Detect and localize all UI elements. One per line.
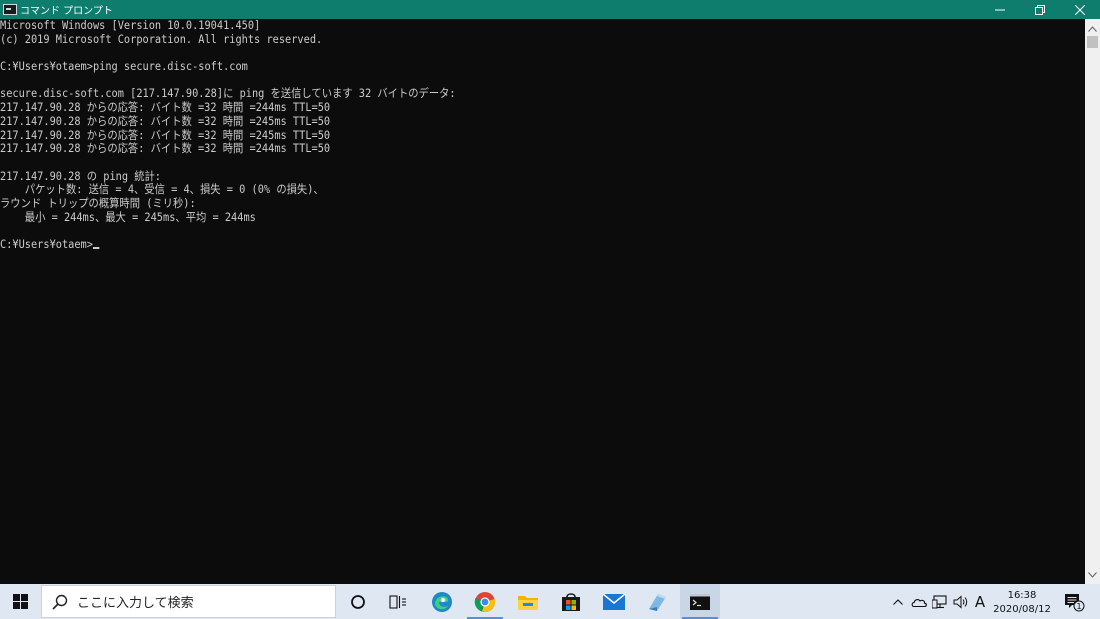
restore-button[interactable]	[1020, 0, 1060, 19]
close-icon	[1075, 4, 1085, 15]
network-button[interactable]	[930, 584, 950, 619]
edge-icon	[432, 591, 452, 612]
microsoft-store-button[interactable]	[551, 584, 591, 619]
ime-mode-label: A	[974, 592, 986, 611]
onedrive-button[interactable]	[909, 584, 929, 619]
console-line: ラウンド トリップの概算時間 (ミリ秒):	[0, 196, 196, 210]
minimize-button[interactable]	[980, 0, 1020, 19]
close-button[interactable]	[1060, 0, 1100, 19]
restore-icon	[1035, 4, 1045, 15]
prompt-line[interactable]: C:¥Users¥otaem>	[0, 238, 998, 252]
app-button[interactable]	[637, 584, 677, 619]
console-line: パケット数: 送信 = 4、受信 = 4、損失 = 0 (0% の損失)、	[0, 183, 324, 197]
file-explorer-icon	[518, 595, 538, 610]
console-line: 最小 = 244ms、最大 = 245ms、平均 = 244ms	[0, 210, 256, 224]
task-view-button[interactable]	[378, 584, 418, 619]
command-prompt-taskbar-button[interactable]	[680, 584, 720, 619]
console-output[interactable]: Microsoft Windows [Version 10.0.19041.45…	[0, 19, 1085, 584]
notification-count: 1	[1076, 602, 1081, 611]
action-center-button[interactable]: 1	[1058, 584, 1090, 619]
mail-button[interactable]	[594, 584, 634, 619]
show-hidden-icons-button[interactable]	[889, 584, 907, 619]
cortana-icon	[351, 594, 365, 609]
taskbar-clock[interactable]: 16:38 2020/08/12	[992, 586, 1052, 619]
console-line: 217.147.90.28 からの応答: バイト数 =32 時間 =244ms …	[0, 142, 331, 156]
volume-icon	[953, 594, 968, 609]
vertical-scrollbar[interactable]	[1085, 19, 1100, 584]
edge-button[interactable]	[422, 584, 462, 619]
start-button[interactable]	[0, 584, 40, 619]
windows-logo-icon	[12, 594, 28, 609]
chrome-icon	[474, 591, 495, 612]
app-icon	[649, 593, 666, 611]
console-line: C:¥Users¥otaem>ping secure.disc-soft.com	[0, 60, 248, 74]
command-prompt: C:¥Users¥otaem>	[0, 238, 93, 251]
onedrive-icon	[911, 598, 927, 607]
chevron-up-icon	[893, 598, 903, 605]
console-line: 217.147.90.28 からの応答: バイト数 =32 時間 =244ms …	[0, 101, 331, 115]
volume-button[interactable]	[951, 584, 971, 619]
chrome-button[interactable]	[465, 584, 505, 619]
search-icon	[52, 594, 68, 610]
taskbar-search-box[interactable]: ここに入力して検索	[41, 585, 336, 618]
scroll-down-button[interactable]	[1085, 567, 1100, 582]
console-line: secure.disc-soft.com [217.147.90.28]に pi…	[0, 87, 456, 101]
network-icon	[932, 594, 947, 608]
command-prompt-window: コマンド プロンプト Microsoft Windows [Version 10…	[0, 0, 1100, 584]
clock-time: 16:38	[1007, 589, 1037, 601]
notification-icon: 1	[1065, 593, 1085, 611]
console-line: 217.147.90.28 からの応答: バイト数 =32 時間 =245ms …	[0, 128, 331, 142]
console-line: 217.147.90.28 からの応答: バイト数 =32 時間 =245ms …	[0, 114, 331, 128]
file-explorer-button[interactable]	[508, 584, 548, 619]
task-view-icon	[389, 594, 406, 609]
window-title: コマンド プロンプト	[20, 6, 113, 17]
title-bar[interactable]: コマンド プロンプト	[0, 0, 1100, 19]
minimize-icon	[995, 9, 1005, 10]
cortana-button[interactable]	[338, 584, 378, 619]
window-controls	[980, 0, 1100, 19]
console-line: 217.147.90.28 の ping 統計:	[0, 169, 162, 183]
clock-date: 2020/08/12	[993, 603, 1051, 615]
scroll-up-button[interactable]	[1085, 21, 1100, 36]
microsoft-store-icon	[562, 592, 580, 611]
text-cursor	[92, 247, 100, 249]
taskbar: ここに入力して検索 A 16:38 2020/08/12 1	[0, 584, 1100, 619]
console-line: Microsoft Windows [Version 10.0.19041.45…	[0, 19, 261, 32]
ime-mode-indicator[interactable]: A	[971, 584, 989, 619]
scrollbar-thumb[interactable]	[1087, 36, 1098, 48]
command-prompt-icon	[690, 593, 710, 610]
console-app-icon[interactable]	[3, 4, 17, 15]
mail-icon	[603, 593, 625, 610]
search-placeholder: ここに入力して検索	[77, 596, 194, 611]
chevron-down-icon	[1088, 571, 1097, 578]
chevron-up-icon	[1088, 25, 1097, 32]
console-line: (c) 2019 Microsoft Corporation. All righ…	[0, 32, 323, 46]
